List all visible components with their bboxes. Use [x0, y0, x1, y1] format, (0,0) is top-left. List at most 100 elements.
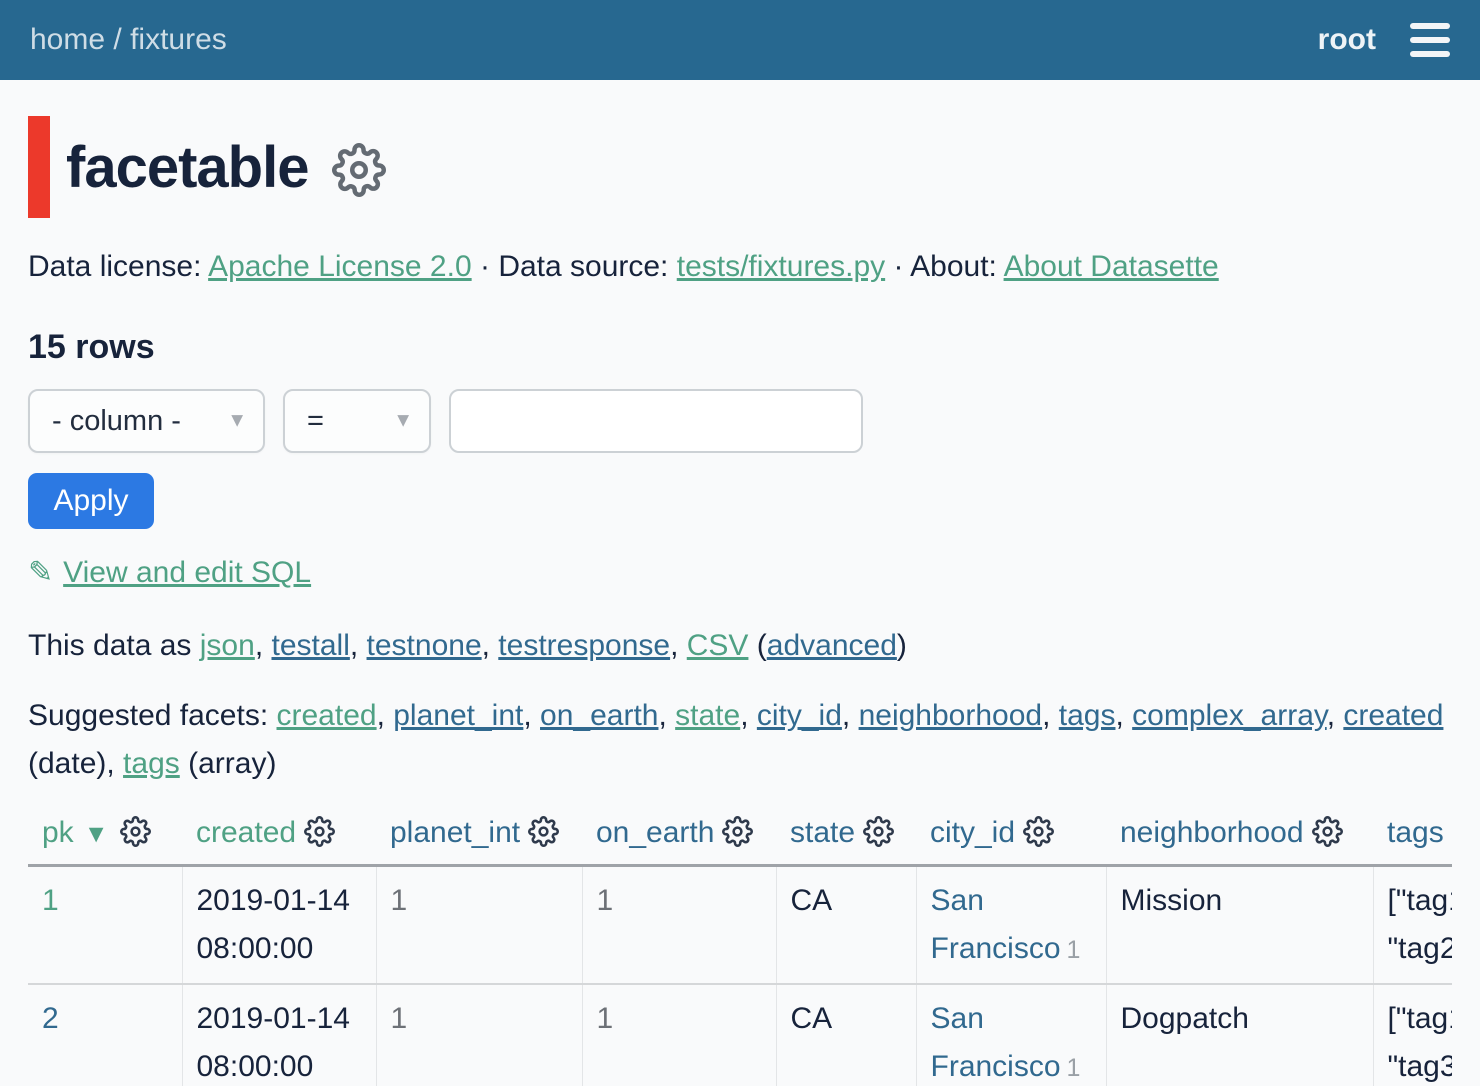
sort-state-link[interactable]: state — [790, 816, 855, 849]
facets-prefix: Suggested facets: — [28, 699, 277, 732]
sort-city-id-link[interactable]: city_id — [930, 816, 1015, 849]
column-header-tags: tags — [1373, 810, 1452, 866]
column-header-state: state — [776, 810, 916, 866]
sql-row: ✎ View and edit SQL — [28, 555, 1452, 590]
facet-link-on-earth[interactable]: on_earth — [540, 699, 658, 732]
table-row: 1 2019-01-14 08:00:00 1 1 CA San Francis… — [28, 866, 1452, 985]
column-gear-icon[interactable] — [1312, 816, 1343, 847]
source-link[interactable]: tests/fixtures.py — [677, 250, 885, 283]
cell-created: 2019-01-14 08:00:00 — [182, 984, 376, 1086]
column-gear-icon[interactable] — [863, 816, 894, 847]
column-gear-icon[interactable] — [120, 816, 151, 847]
sort-planet-int-link[interactable]: planet_int — [390, 816, 520, 849]
export-link-testresponse[interactable]: testresponse — [498, 629, 670, 662]
cell-city-id: San Francisco1 — [916, 984, 1106, 1086]
license-link[interactable]: Apache License 2.0 — [208, 250, 472, 283]
sort-pk-link[interactable]: pk — [42, 816, 74, 849]
data-table: pk ▼ created planet_int on_earth state — [28, 810, 1452, 1086]
cell-on-earth: 1 — [582, 866, 776, 985]
export-link-testall[interactable]: testall — [271, 629, 349, 662]
cell-neighborhood: Dogpatch — [1106, 984, 1373, 1086]
facet-link-tags-array[interactable]: tags — [123, 747, 180, 780]
facet-link-created-date[interactable]: created — [1343, 699, 1443, 732]
chevron-down-icon: ▼ — [227, 410, 247, 433]
export-link-json[interactable]: json — [200, 629, 255, 662]
chevron-down-icon: ▼ — [393, 410, 413, 433]
cell-city-id: San Francisco1 — [916, 866, 1106, 985]
row-pk-link[interactable]: 1 — [42, 884, 59, 917]
data-export-links: This data as json, testall, testnone, te… — [28, 622, 1452, 670]
sort-on-earth-link[interactable]: on_earth — [596, 816, 714, 849]
cell-tags: ["tag1", "tag2"] — [1373, 866, 1452, 985]
export-link-csv[interactable]: CSV — [687, 629, 749, 662]
filter-value-input[interactable] — [449, 389, 863, 453]
title-row: facetable — [28, 116, 1452, 218]
about-link[interactable]: About Datasette — [1004, 250, 1219, 283]
fk-id-badge: 1 — [1067, 936, 1081, 964]
table-header-row: pk ▼ created planet_int on_earth state — [28, 810, 1452, 866]
table-row: 2 2019-01-14 08:00:00 1 1 CA San Francis… — [28, 984, 1452, 1086]
column-header-on-earth: on_earth — [582, 810, 776, 866]
dataset-meta: Data license: Apache License 2.0 · Data … — [28, 246, 1452, 288]
export-link-testnone[interactable]: testnone — [367, 629, 482, 662]
title-accent-bar — [28, 116, 50, 218]
facet-link-tags[interactable]: tags — [1059, 699, 1116, 732]
cell-state: CA — [776, 984, 916, 1086]
sort-desc-icon: ▼ — [84, 820, 109, 848]
facet-link-complex-array[interactable]: complex_array — [1132, 699, 1327, 732]
cell-on-earth: 1 — [582, 984, 776, 1086]
data-table-wrapper: pk ▼ created planet_int on_earth state — [28, 810, 1452, 1086]
about-label: About: — [910, 250, 1003, 283]
filter-operator-select[interactable]: = ▼ — [283, 389, 431, 453]
facet-link-neighborhood[interactable]: neighborhood — [859, 699, 1043, 732]
view-edit-sql-link[interactable]: View and edit SQL — [63, 556, 311, 589]
column-gear-icon[interactable] — [722, 816, 753, 847]
cell-created: 2019-01-14 08:00:00 — [182, 866, 376, 985]
facet-link-city-id[interactable]: city_id — [757, 699, 842, 732]
city-fk-link[interactable]: San Francisco — [931, 884, 1061, 965]
apply-button[interactable]: Apply — [28, 473, 154, 529]
export-link-advanced[interactable]: advanced — [767, 629, 897, 662]
pencil-icon: ✎ — [28, 556, 53, 589]
row-pk-link[interactable]: 2 — [42, 1002, 59, 1035]
table-settings-gear-icon[interactable] — [332, 143, 386, 197]
breadcrumb: home / fixtures — [30, 23, 227, 57]
user-menu-root[interactable]: root — [1318, 23, 1376, 57]
page-body: facetable Data license: Apache License 2… — [0, 116, 1480, 1086]
city-fk-link[interactable]: San Francisco — [931, 1002, 1061, 1083]
facet-link-planet-int[interactable]: planet_int — [393, 699, 523, 732]
facet-link-state[interactable]: state — [675, 699, 740, 732]
meta-separator: · — [885, 250, 910, 283]
breadcrumb-home-link[interactable]: home — [30, 23, 105, 56]
cell-tags: ["tag1", "tag3"] — [1373, 984, 1452, 1086]
filter-column-select[interactable]: - column - ▼ — [28, 389, 265, 453]
meta-separator: · — [472, 250, 499, 283]
filter-row: - column - ▼ = ▼ — [28, 389, 1452, 453]
data-as-prefix: This data as — [28, 629, 200, 662]
fk-id-badge: 1 — [1067, 1054, 1081, 1082]
hamburger-menu-icon[interactable] — [1410, 23, 1450, 57]
column-header-pk: pk ▼ — [28, 810, 182, 866]
breadcrumb-separator: / — [105, 23, 130, 56]
sort-neighborhood-link[interactable]: neighborhood — [1120, 816, 1304, 849]
cell-planet-int: 1 — [376, 866, 582, 985]
column-gear-icon[interactable] — [528, 816, 559, 847]
column-gear-icon[interactable] — [304, 816, 335, 847]
sort-tags-link[interactable]: tags — [1387, 816, 1444, 849]
column-header-neighborhood: neighborhood — [1106, 810, 1373, 866]
facet-link-created[interactable]: created — [277, 699, 377, 732]
column-header-created: created — [182, 810, 376, 866]
page-title: facetable — [66, 134, 308, 201]
cell-planet-int: 1 — [376, 984, 582, 1086]
breadcrumb-fixtures-link[interactable]: fixtures — [130, 23, 227, 56]
row-count: 15 rows — [28, 328, 1452, 367]
column-header-planet-int: planet_int — [376, 810, 582, 866]
cell-state: CA — [776, 866, 916, 985]
source-label: Data source: — [498, 250, 676, 283]
filter-column-value: - column - — [52, 405, 181, 438]
sort-created-link[interactable]: created — [196, 816, 296, 849]
cell-neighborhood: Mission — [1106, 866, 1373, 985]
column-header-city-id: city_id — [916, 810, 1106, 866]
column-gear-icon[interactable] — [1023, 816, 1054, 847]
filter-operator-value: = — [307, 405, 324, 438]
